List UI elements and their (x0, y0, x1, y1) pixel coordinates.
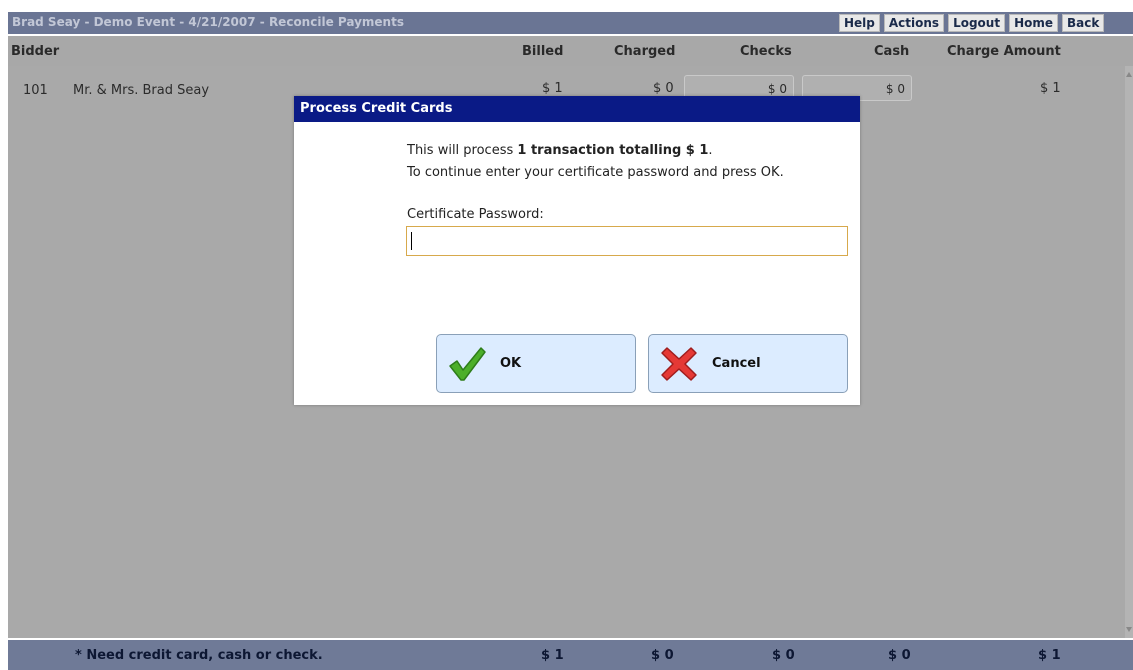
billed-total: $ 1 (541, 648, 564, 663)
totals-footer: * Need credit card, cash or check. $ 1 $… (8, 640, 1133, 670)
column-header-checks: Checks (740, 44, 792, 59)
process-credit-cards-dialog: Process Credit Cards This will process 1… (294, 96, 860, 405)
scroll-up-arrow-icon[interactable] (1126, 72, 1132, 77)
dialog-message-prefix: This will process (407, 143, 518, 158)
column-header-bidder: Bidder (11, 44, 60, 59)
dialog-message-highlight: 1 transaction totalling $ 1 (517, 143, 709, 158)
home-button[interactable]: Home (1009, 14, 1059, 32)
bidder-name: Mr. & Mrs. Brad Seay (73, 83, 210, 98)
column-header-charged: Charged (614, 44, 676, 59)
window-title: Brad Seay - Demo Event - 4/21/2007 - Rec… (12, 15, 404, 29)
ok-button[interactable]: OK (436, 334, 636, 393)
reconcile-payments-page: Brad Seay - Demo Event - 4/21/2007 - Rec… (0, 0, 1133, 670)
dialog-message: This will process 1 transaction totallin… (407, 143, 713, 158)
charge-amount-total: $ 1 (1038, 648, 1061, 663)
charged-total: $ 0 (651, 648, 674, 663)
ok-button-label: OK (500, 356, 522, 371)
dialog-title: Process Credit Cards (300, 101, 453, 116)
bidder-number: 101 (23, 83, 48, 98)
billed-value: $ 1 (542, 81, 563, 96)
top-nav: Help Actions Logout Home Back (839, 14, 1108, 32)
charge-amount-value: $ 1 (1040, 81, 1061, 96)
actions-button[interactable]: Actions (883, 14, 945, 32)
column-header-row: Bidder Billed Charged Checks Cash Charge… (8, 36, 1133, 66)
cancel-button-label: Cancel (712, 356, 761, 371)
logout-button[interactable]: Logout (948, 14, 1006, 32)
certificate-password-input[interactable] (406, 226, 848, 256)
x-icon (661, 347, 697, 381)
password-label: Certificate Password: (407, 207, 544, 222)
help-button[interactable]: Help (839, 14, 880, 32)
cash-total: $ 0 (888, 648, 911, 663)
text-caret (411, 232, 412, 250)
checkmark-icon (449, 347, 486, 381)
vertical-scrollbar[interactable] (1125, 66, 1133, 638)
back-button[interactable]: Back (1062, 14, 1105, 32)
dialog-message-suffix: . (708, 143, 713, 158)
charged-value: $ 0 (653, 81, 674, 96)
cancel-button[interactable]: Cancel (648, 334, 848, 393)
column-header-charge-amount: Charge Amount (947, 44, 1061, 59)
dialog-title-bar: Process Credit Cards (294, 96, 860, 122)
title-bar: Brad Seay - Demo Event - 4/21/2007 - Rec… (8, 12, 1133, 34)
dialog-instruction: To continue enter your certificate passw… (407, 165, 784, 180)
checks-total: $ 0 (772, 648, 795, 663)
footer-note: * Need credit card, cash or check. (75, 648, 323, 663)
column-header-billed: Billed (522, 44, 564, 59)
column-header-cash: Cash (874, 44, 910, 59)
scroll-down-arrow-icon[interactable] (1126, 627, 1132, 632)
